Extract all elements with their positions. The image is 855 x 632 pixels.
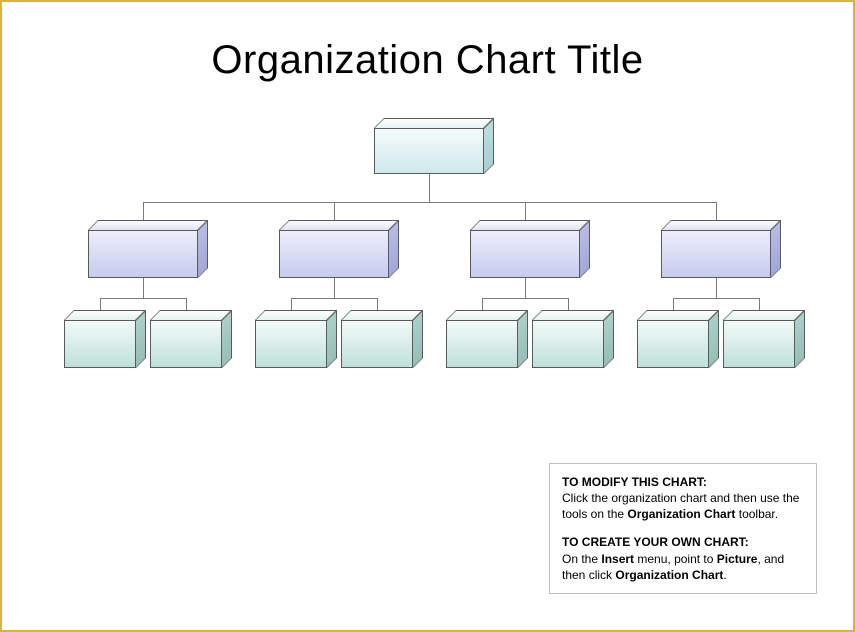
instructions-heading-create: TO CREATE YOUR OWN CHART: [562,534,804,550]
instructions-panel: TO MODIFY THIS CHART: Click the organiza… [549,463,817,594]
org-node-level3[interactable] [637,320,709,368]
org-node-level2[interactable] [88,230,198,278]
connector [334,278,335,298]
instructions-body-create: On the Insert menu, point to Picture, an… [562,551,804,583]
org-node-level3[interactable] [64,320,136,368]
connector [716,278,717,298]
connector [482,298,568,299]
org-node-root[interactable] [374,128,484,174]
org-node-level2[interactable] [279,230,389,278]
connector [143,202,716,203]
instructions-body-modify: Click the organization chart and then us… [562,490,804,522]
connector [525,278,526,298]
org-chart[interactable] [2,112,855,392]
org-node-level3[interactable] [255,320,327,368]
org-node-level3[interactable] [150,320,222,368]
org-node-level3[interactable] [446,320,518,368]
org-node-level3[interactable] [532,320,604,368]
org-node-level2[interactable] [661,230,771,278]
connector [291,298,377,299]
instructions-heading-modify: TO MODIFY THIS CHART: [562,474,804,490]
connector [100,298,186,299]
connector [143,278,144,298]
org-node-level2[interactable] [470,230,580,278]
connector [429,174,430,202]
org-node-level3[interactable] [341,320,413,368]
chart-title: Organization Chart Title [2,38,853,83]
connector [673,298,759,299]
org-node-level3[interactable] [723,320,795,368]
